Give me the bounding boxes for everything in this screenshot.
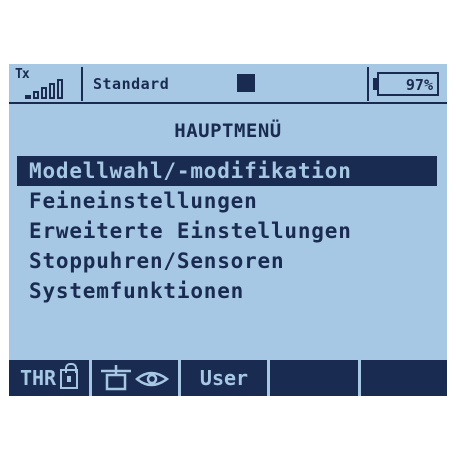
lcd-screen: Tx Standard 97% HAUPTMENÜ Modellwahl/-mo…	[9, 64, 447, 396]
signal-bar	[41, 87, 47, 99]
model-indicator: Standard	[85, 67, 365, 101]
servo-eye-icon	[101, 365, 170, 391]
menu-item-erweiterte-einstellungen[interactable]: Erweiterte Einstellungen	[17, 216, 437, 246]
menu-title: HAUPTMENÜ	[174, 120, 282, 142]
signal-bar	[49, 83, 55, 99]
battery-icon: 97%	[377, 72, 439, 96]
user-button[interactable]: User	[181, 360, 267, 396]
softkey-4[interactable]	[270, 360, 358, 396]
signal-bar	[33, 91, 39, 99]
battery-percent: 97%	[405, 76, 433, 94]
menu-item-modellwahl[interactable]: Modellwahl/-modifikation	[17, 156, 437, 186]
signal-bars-icon	[25, 77, 75, 99]
status-bar: Tx Standard 97%	[9, 64, 447, 104]
signal-bar	[57, 79, 63, 99]
servo-view-button[interactable]	[92, 360, 178, 396]
thr-lock-button[interactable]: THR	[9, 360, 89, 396]
user-label: User	[199, 366, 249, 390]
menu-item-stoppuhren-sensoren[interactable]: Stoppuhren/Sensoren	[17, 246, 437, 276]
model-memory-icon	[237, 74, 255, 92]
battery-indicator: 97%	[367, 67, 445, 101]
signal-bar	[25, 95, 31, 99]
softkey-5[interactable]	[361, 360, 447, 396]
lock-icon	[60, 363, 79, 389]
menu-item-feineinstellungen[interactable]: Feineinstellungen	[17, 186, 437, 216]
thr-label: THR	[19, 366, 57, 390]
main-menu-list: Modellwahl/-modifikation Feineinstellung…	[17, 156, 437, 306]
menu-item-systemfunktionen[interactable]: Systemfunktionen	[17, 276, 437, 306]
tx-signal-indicator: Tx	[11, 67, 83, 101]
model-name: Standard	[93, 75, 170, 93]
softkey-bar: THR User	[9, 360, 447, 396]
